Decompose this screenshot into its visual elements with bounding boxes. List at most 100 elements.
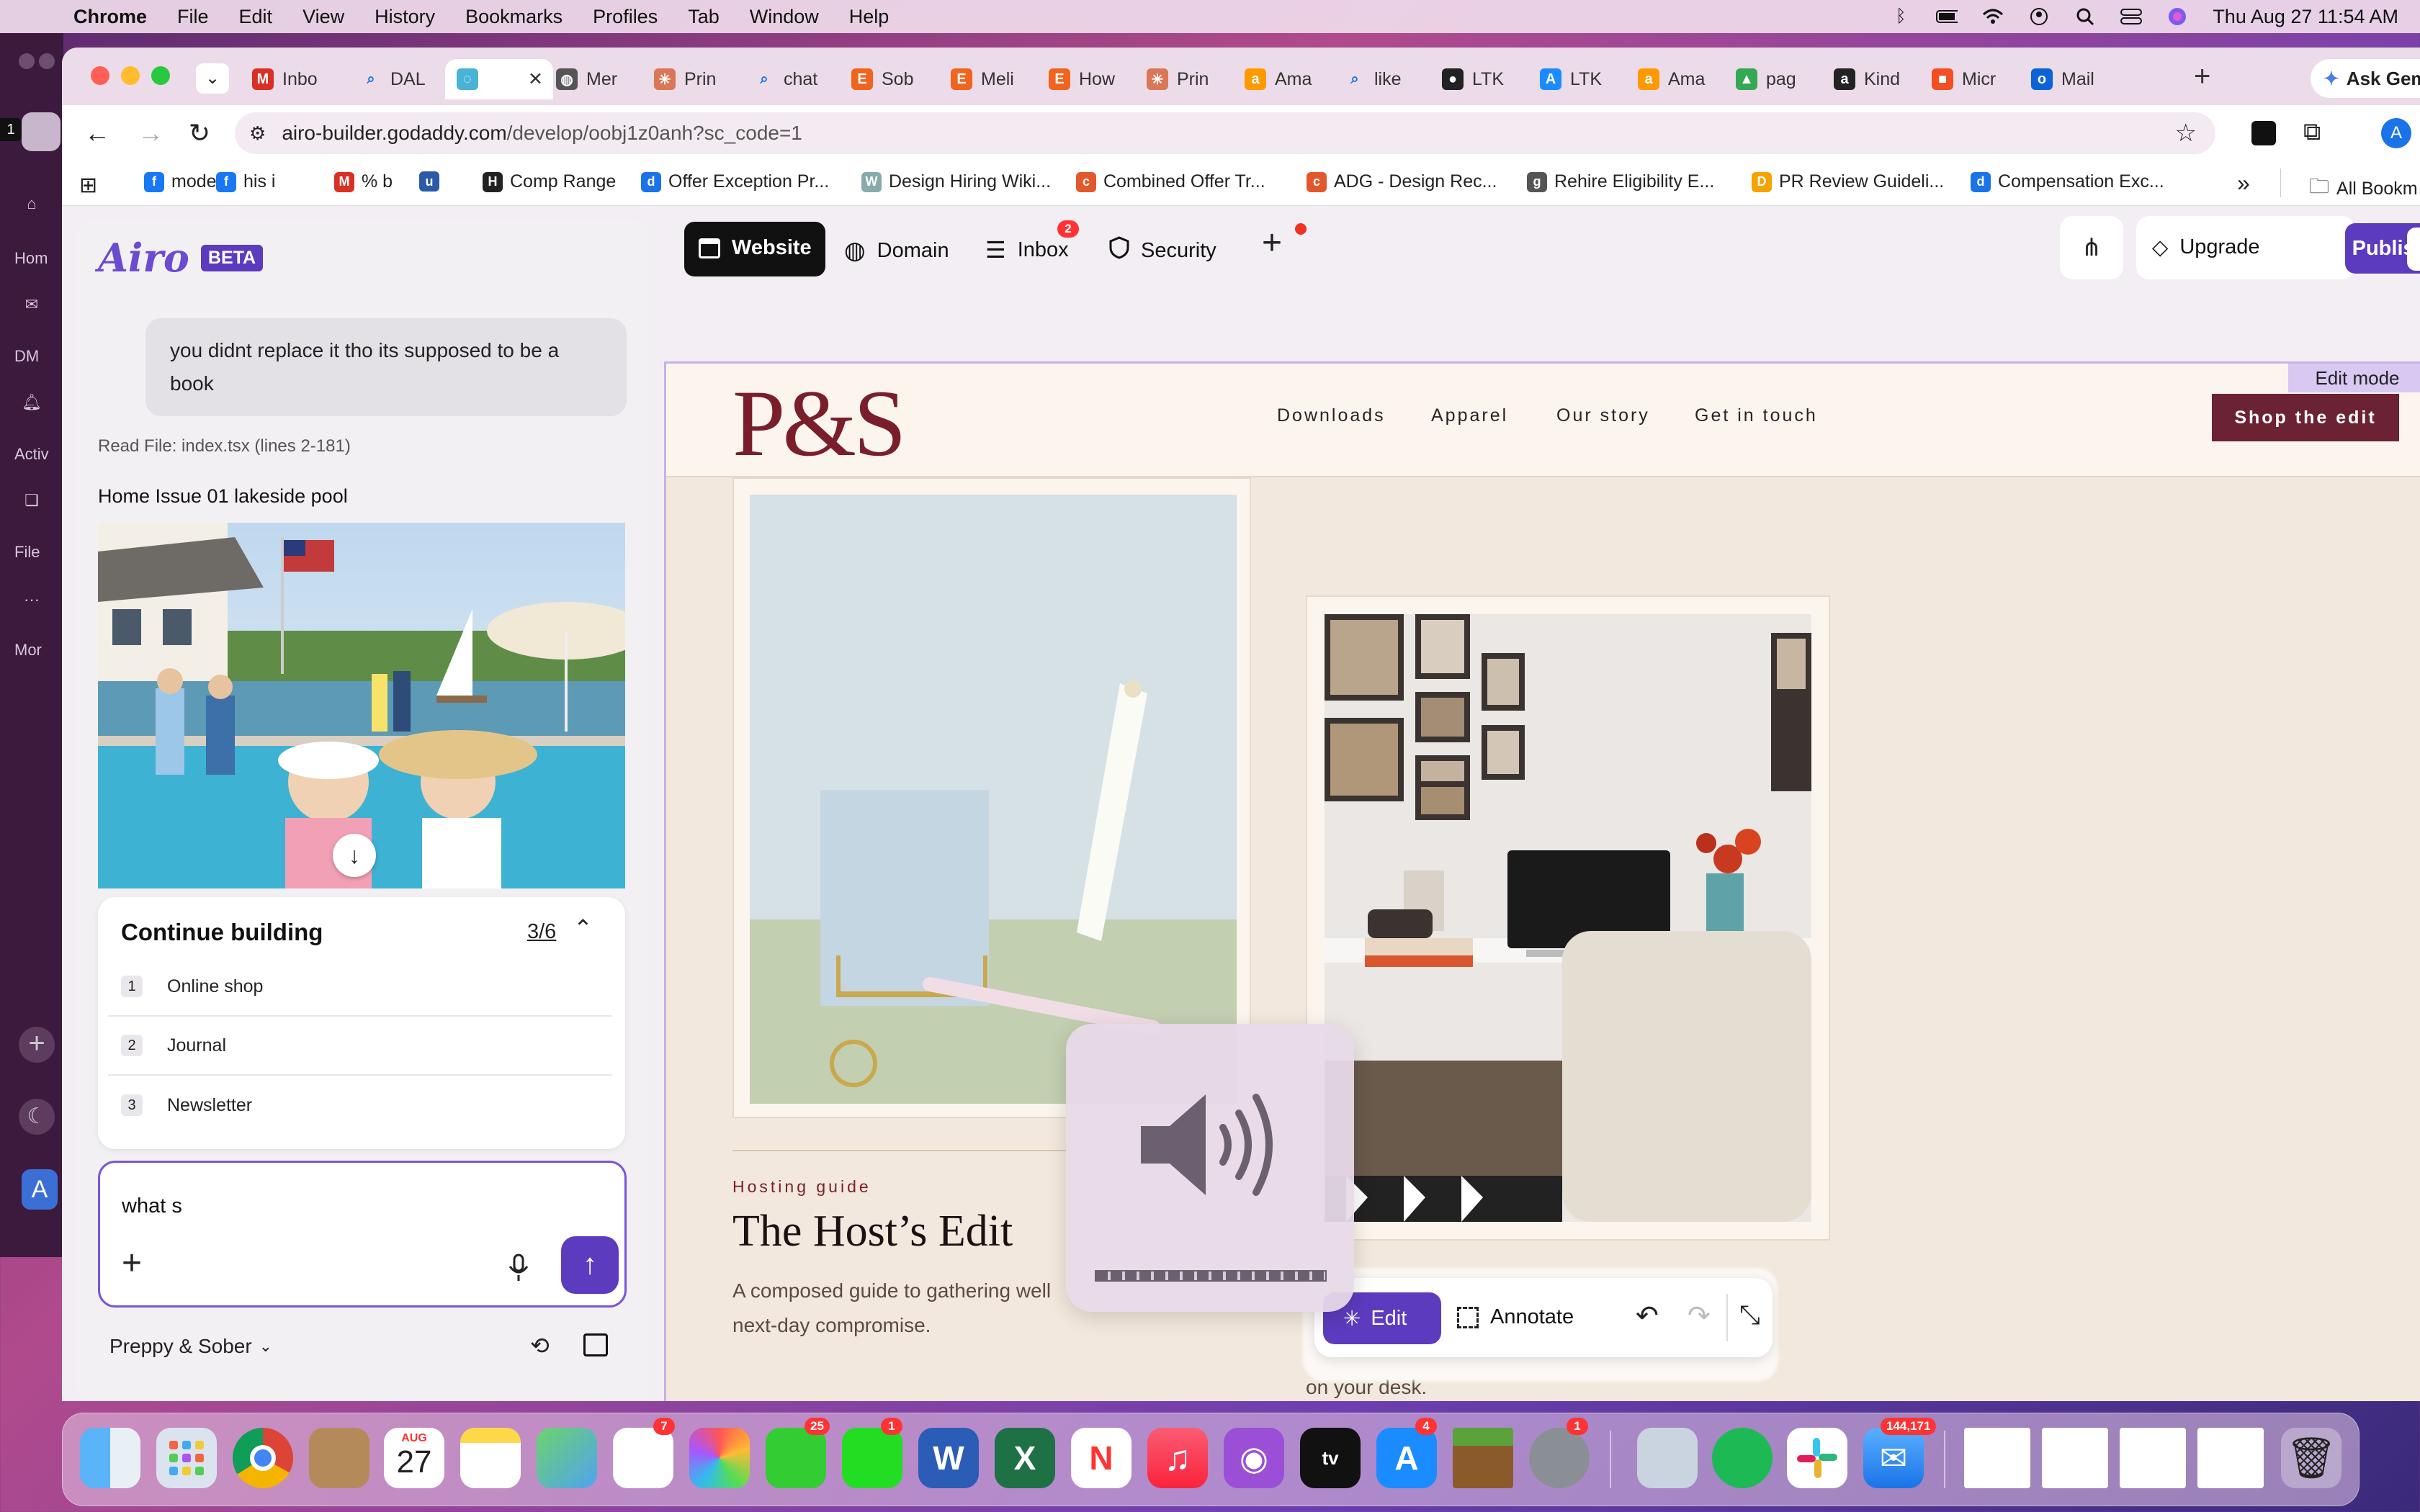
browser-tab[interactable]: ⌕ DAL bbox=[349, 59, 442, 99]
slack-home-icon[interactable]: ⌂ bbox=[0, 194, 63, 213]
send-arrow-up-icon[interactable]: ↑ bbox=[561, 1236, 619, 1294]
close-tab-icon[interactable]: ✕ bbox=[528, 68, 543, 90]
system-settings-icon[interactable] bbox=[1529, 1428, 1590, 1488]
menu-view[interactable]: View bbox=[302, 6, 344, 28]
minecraft-icon[interactable] bbox=[1453, 1428, 1513, 1488]
zoom-window-button[interactable] bbox=[151, 66, 170, 85]
tab-website[interactable]: Website bbox=[684, 222, 825, 276]
microphone-icon[interactable] bbox=[508, 1254, 529, 1286]
chat-input-box[interactable]: what s + ↑ bbox=[98, 1161, 627, 1308]
user-account-icon[interactable] bbox=[2028, 7, 2050, 26]
apps-grid-icon[interactable]: ⊞ bbox=[79, 173, 97, 198]
more-bookmarks-icon[interactable]: » bbox=[2237, 170, 2250, 197]
launchpad-icon[interactable] bbox=[156, 1428, 217, 1488]
browser-tab[interactable]: M Inbo bbox=[241, 59, 334, 99]
close-window-button[interactable] bbox=[91, 66, 109, 85]
step-item-newsletter[interactable]: 3 Newsletter bbox=[108, 1076, 612, 1135]
slack-add-icon[interactable]: + bbox=[19, 1027, 55, 1063]
new-tab-button[interactable]: + bbox=[2194, 60, 2210, 93]
reminders-icon[interactable] bbox=[613, 1428, 673, 1488]
browser-tab[interactable]: a Ama bbox=[1233, 59, 1327, 99]
spotify-icon[interactable] bbox=[1712, 1428, 1773, 1488]
tab-search-chevron-icon[interactable]: ⌄ bbox=[196, 63, 229, 94]
nav-apparel[interactable]: Apparel bbox=[1431, 405, 1508, 426]
add-tab-plus-icon[interactable]: + bbox=[1262, 223, 1282, 263]
nav-our-story[interactable]: Our story bbox=[1556, 405, 1650, 426]
browser-tab[interactable]: ⌕ chat bbox=[742, 59, 835, 99]
maps-icon[interactable] bbox=[537, 1428, 597, 1488]
browser-tab[interactable]: ◌ ✕ bbox=[445, 59, 553, 99]
siri-icon[interactable] bbox=[2166, 7, 2188, 26]
menu-tab[interactable]: Tab bbox=[688, 6, 720, 28]
slack-dm-icon[interactable]: ✉ bbox=[0, 295, 63, 314]
slack-moon-icon[interactable]: ☾ bbox=[19, 1099, 55, 1135]
bookmark-item[interactable]: d Compensation Exc... bbox=[1971, 171, 2164, 192]
menu-bookmarks[interactable]: Bookmarks bbox=[465, 6, 563, 28]
bookmark-item[interactable]: g Rehire Eligibility E... bbox=[1527, 171, 1714, 192]
preview-panel-icon[interactable] bbox=[583, 1333, 608, 1356]
extensions-puzzle-icon[interactable]: ⧉ bbox=[2303, 118, 2321, 146]
browser-tab[interactable]: E How bbox=[1037, 59, 1131, 99]
browser-tab[interactable]: ■ Micr bbox=[1920, 59, 2014, 99]
browser-tab[interactable]: A LTK bbox=[1528, 59, 1622, 99]
more-menu-icon[interactable] bbox=[2407, 228, 2420, 271]
redo-icon[interactable]: ↷ bbox=[1688, 1300, 1711, 1332]
url-field[interactable]: ⚙ airo-builder.godaddy.com/develop/oobj1… bbox=[235, 112, 2215, 154]
bookmark-item[interactable]: M % b bbox=[334, 171, 393, 192]
menu-window[interactable]: Window bbox=[750, 6, 819, 28]
calendar-icon[interactable]: AUG 27 bbox=[384, 1428, 444, 1488]
tab-inbox[interactable]: ☰ Inbox bbox=[985, 236, 1069, 264]
menu-profiles[interactable]: Profiles bbox=[593, 6, 658, 28]
menu-history[interactable]: History bbox=[375, 6, 435, 28]
finder-icon[interactable] bbox=[80, 1428, 140, 1488]
bookmark-item[interactable]: c ADG - Design Rec... bbox=[1307, 171, 1497, 192]
excel-icon[interactable]: X bbox=[995, 1428, 1055, 1488]
recent-document-thumbnail[interactable] bbox=[2042, 1428, 2108, 1488]
control-center-icon[interactable] bbox=[2120, 7, 2143, 26]
wifi-icon[interactable] bbox=[1982, 7, 2004, 26]
browser-tab[interactable]: ✳ Prin bbox=[642, 59, 736, 99]
history-clock-icon[interactable]: ⟲ bbox=[530, 1332, 550, 1359]
workspace-icon[interactable] bbox=[22, 112, 60, 151]
spotlight-search-icon[interactable] bbox=[2074, 7, 2096, 26]
collapse-chevron-up-icon[interactable]: ⌃ bbox=[573, 914, 593, 942]
bookmark-item[interactable]: W Design Hiring Wiki... bbox=[861, 171, 1051, 192]
menu-help[interactable]: Help bbox=[849, 6, 889, 28]
bookmark-item[interactable]: D PR Review Guideli... bbox=[1752, 171, 1944, 192]
bookmark-item[interactable]: d Offer Exception Pr... bbox=[641, 171, 829, 192]
browser-tab[interactable]: a Kind bbox=[1822, 59, 1916, 99]
mail-icon[interactable]: ✉ bbox=[1863, 1428, 1924, 1488]
bookmark-item[interactable]: H Comp Range bbox=[483, 171, 616, 192]
site-logo[interactable]: P&S bbox=[732, 368, 906, 478]
recent-document-thumbnail[interactable] bbox=[2120, 1428, 2186, 1488]
apple-tv-icon[interactable]: tv bbox=[1300, 1428, 1361, 1488]
site-selector[interactable]: Preppy & Sober ⌄ bbox=[109, 1335, 272, 1358]
browser-tab[interactable]: ◍ Mer bbox=[544, 59, 638, 99]
bluetooth-icon[interactable]: ᛒ bbox=[1890, 6, 1912, 26]
browser-tab[interactable]: o Mail bbox=[2020, 59, 2113, 99]
music-icon[interactable]: ♫ bbox=[1147, 1428, 1208, 1488]
reload-icon[interactable]: ↻ bbox=[182, 115, 218, 151]
ask-gemini-button[interactable]: ✦ Ask Gem bbox=[2311, 59, 2420, 98]
menu-edit[interactable]: Edit bbox=[239, 6, 273, 28]
photo-frame-workspace[interactable] bbox=[1306, 595, 1830, 1241]
browser-tab[interactable]: ● LTK bbox=[1430, 59, 1524, 99]
shop-the-edit-button[interactable]: Shop the edit bbox=[2212, 394, 2399, 441]
menu-file[interactable]: File bbox=[177, 6, 209, 28]
share-icon[interactable]: ⋔ bbox=[2060, 216, 2123, 279]
article-title[interactable]: The Host’s Edit bbox=[732, 1206, 1013, 1257]
forward-arrow-icon[interactable]: → bbox=[133, 115, 169, 151]
chrome-dock-icon[interactable] bbox=[233, 1428, 293, 1488]
all-bookmarks-folder[interactable]: 🗀 All Bookm bbox=[2309, 171, 2418, 206]
recent-document-thumbnail[interactable] bbox=[2197, 1428, 2264, 1488]
battery-icon[interactable] bbox=[1936, 7, 1958, 26]
bookmark-item[interactable]: f his i bbox=[216, 171, 275, 192]
bookmark-star-icon[interactable]: ☆ bbox=[2175, 119, 2197, 148]
scroll-down-arrow-icon[interactable]: ↓ bbox=[333, 834, 376, 877]
menubar-clock[interactable]: Thu Aug 27 11:54 AM bbox=[2213, 6, 2398, 28]
facetime-icon[interactable] bbox=[842, 1428, 902, 1488]
reading-list-icon[interactable] bbox=[2251, 121, 2276, 145]
browser-tab[interactable]: a Ama bbox=[1626, 59, 1720, 99]
browser-tab[interactable]: ✳ Prin bbox=[1135, 59, 1229, 99]
podcasts-icon[interactable]: ◉ bbox=[1224, 1428, 1284, 1488]
